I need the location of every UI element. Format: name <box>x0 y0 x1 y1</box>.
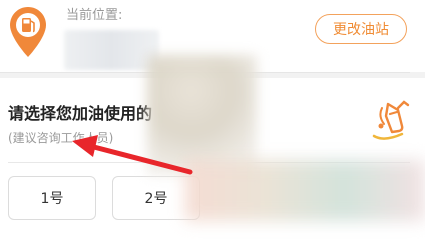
gas-station-pin-icon <box>10 7 46 57</box>
pump-select-title: 请选择您加油使用的 <box>8 104 153 123</box>
pump-select-hint: (建议咨询工作人员) <box>8 131 114 145</box>
location-label: 当前位置: <box>66 8 123 23</box>
address-value <box>64 30 159 70</box>
fuel-nozzle-icon <box>372 100 410 140</box>
blurred-region <box>147 55 257 175</box>
blurred-region <box>185 160 425 221</box>
pump-1-button[interactable]: 1号 <box>8 176 96 220</box>
change-station-button[interactable]: 更改油站 <box>315 14 407 44</box>
